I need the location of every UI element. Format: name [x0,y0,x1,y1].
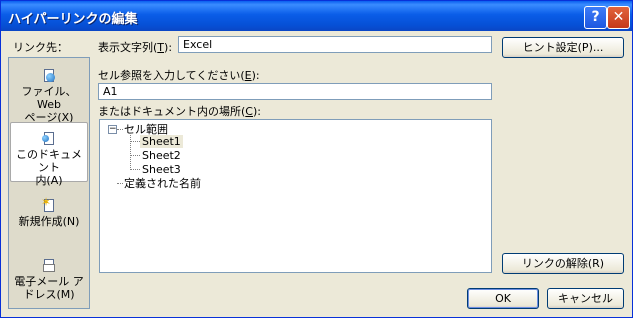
title-bar[interactable]: ハイパーリンクの編集 ? ✕ [1,1,632,31]
tree-node-defined-names[interactable]: 定義された名前 [124,177,201,190]
new-document-icon: ✶ [41,196,57,214]
link-target-bar: ファイル、Web ページ(X) このドキュメント 内(A) ✶ 新規作成(N) … [8,57,90,309]
collapse-icon[interactable]: − [108,125,117,134]
link-item-web-line1: ファイル、Web [21,85,77,111]
display-text-label: 表示文字列(T): [98,41,173,54]
screen-tip-button[interactable]: ヒント設定(P)... [502,37,624,58]
link-item-email[interactable]: 電子メール ア ドレス(M) [10,258,88,304]
web-page-icon [41,68,57,84]
email-icon [41,258,57,274]
link-item-email-line2: ドレス(M) [23,288,75,301]
remove-link-button[interactable]: リンクの解除(R) [502,253,624,274]
cell-ref-label: セル参照を入力してください(E): [98,69,260,82]
link-item-this-doc-line2: 内(A) [35,174,63,187]
hyperlink-dialog: ハイパーリンクの編集 ? ✕ リンク先： ファイル、Web ページ(X) このド… [0,0,633,318]
cell-ref-input[interactable]: A1 [98,83,492,100]
tree-node-sheet1[interactable]: Sheet1 [140,135,183,148]
link-target-label: リンク先： [13,41,68,54]
document-icon [41,131,57,147]
tree-node-sheet3[interactable]: Sheet3 [142,163,181,176]
cancel-button[interactable]: キャンセル [547,288,624,309]
place-in-doc-tree[interactable]: − セル範囲 Sheet1 Sheet2 Sheet3 定義された名前 [99,119,492,273]
link-item-this-doc[interactable]: このドキュメント 内(A) [10,122,88,187]
close-button[interactable]: ✕ [607,6,630,29]
place-in-doc-label: またはドキュメント内の場所(C): [98,105,261,118]
link-item-this-doc-line1: このドキュメント [16,148,82,174]
help-button[interactable]: ? [584,6,607,29]
ok-button[interactable]: OK [467,288,539,309]
link-item-email-line1: 電子メール ア [14,275,84,288]
link-item-new[interactable]: ✶ 新規作成(N) [10,196,88,232]
link-item-new-line1: 新規作成(N) [18,215,80,228]
tree-node-sheet2[interactable]: Sheet2 [142,149,181,162]
link-item-web[interactable]: ファイル、Web ページ(X) [10,68,88,124]
dialog-title: ハイパーリンクの編集 [8,12,138,27]
display-text-input[interactable]: Excel [178,36,492,53]
